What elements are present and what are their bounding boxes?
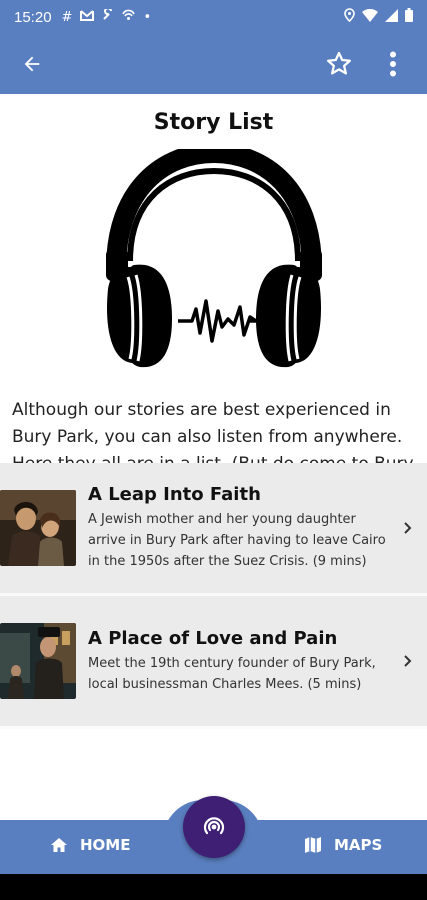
wifi-icon: [362, 8, 378, 26]
hero-image: [0, 149, 427, 369]
podcast-fab-button[interactable]: [183, 796, 245, 858]
signal-icon: [385, 8, 398, 26]
notification-icons: # •: [61, 7, 152, 25]
story-item-a-place-of-love-and-pain[interactable]: A Place of Love and Pain Meet the 19th c…: [0, 596, 427, 729]
page-title: Story List: [153, 110, 274, 135]
gmail-icon: [80, 9, 95, 25]
story-item-a-leap-into-faith[interactable]: A Leap Into Faith A Jewish mother and he…: [0, 463, 427, 596]
story-text: A Leap Into Faith A Jewish mother and he…: [88, 484, 395, 572]
app-bar: [0, 34, 427, 94]
favorite-button[interactable]: [319, 44, 359, 84]
location-icon: [344, 8, 355, 26]
star-outline-icon: [327, 51, 351, 75]
chevron-right-icon: [395, 521, 421, 535]
chevron-right-icon: [395, 654, 421, 668]
story-description: A Jewish mother and her young daughter a…: [88, 512, 386, 569]
vpn-icon: [122, 9, 136, 25]
system-icons: [344, 8, 413, 26]
story-text: A Place of Love and Pain Meet the 19th c…: [88, 628, 395, 695]
nav-home-button[interactable]: HOME: [50, 836, 130, 854]
podcast-icon: [203, 817, 225, 835]
dot-icon: •: [143, 9, 152, 25]
nav-maps-button[interactable]: MAPS: [304, 836, 382, 854]
story-thumbnail: [0, 623, 76, 699]
story-description: Meet the 19th century founder of Bury Pa…: [88, 655, 376, 692]
battery-icon: [405, 8, 413, 26]
story-list: A Leap Into Faith A Jewish mother and he…: [0, 463, 427, 729]
status-bar: 15:20 # •: [0, 0, 427, 34]
nav-home-label: HOME: [80, 836, 131, 854]
nav-maps-label: MAPS: [334, 836, 383, 854]
headphones-icon: [105, 149, 322, 368]
status-time: 15:20: [14, 8, 52, 26]
story-thumbnail: [0, 490, 76, 566]
back-button[interactable]: [14, 46, 50, 82]
map-icon: [305, 837, 321, 853]
home-icon: [51, 838, 67, 852]
system-navigation-bar: [0, 874, 427, 900]
overflow-menu-button[interactable]: [373, 44, 413, 84]
more-vert-icon: [390, 51, 396, 77]
story-title: A Place of Love and Pain: [88, 627, 338, 649]
wrench-icon: [102, 7, 114, 25]
story-title: A Leap Into Faith: [88, 484, 261, 505]
arrow-left-icon: [24, 56, 40, 72]
hash-icon: #: [61, 9, 73, 25]
